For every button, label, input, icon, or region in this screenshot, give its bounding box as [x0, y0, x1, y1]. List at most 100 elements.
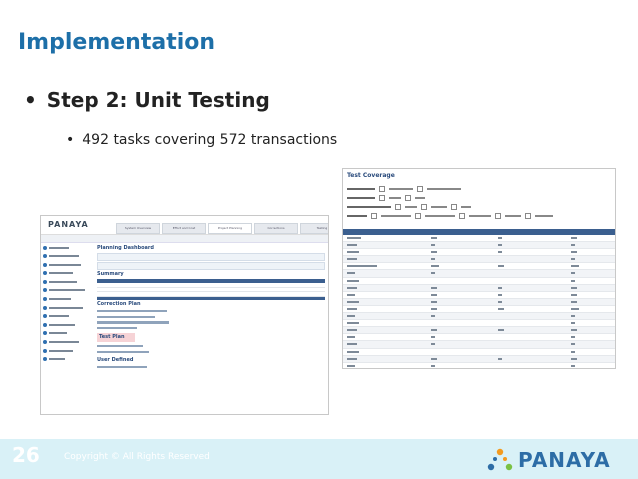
sidebar-item-label: [49, 306, 83, 309]
table-cell: [347, 279, 359, 282]
sidebar-icon: [43, 288, 47, 293]
plan-item: [97, 321, 169, 324]
table-row: [343, 355, 615, 363]
table-row: [343, 292, 615, 299]
sidebar-icon: [43, 322, 47, 327]
checkbox: [379, 195, 385, 201]
filter-row: [347, 195, 425, 201]
plan-item: [97, 345, 143, 348]
sidebar-item-label: [49, 349, 73, 352]
checkbox: [405, 195, 411, 201]
table-cell: [347, 272, 355, 275]
checkbox: [379, 186, 385, 192]
plan-item: [97, 366, 147, 369]
table-cell: [571, 272, 575, 275]
bullet-main: • Step 2: Unit Testing: [24, 88, 270, 112]
table-cell: [498, 293, 502, 296]
table-cell: [347, 357, 357, 360]
plan-item: [97, 315, 155, 318]
table-cell: [498, 329, 504, 332]
checkbox: [459, 213, 465, 219]
table-row: [343, 298, 615, 306]
filter-label: [347, 196, 375, 200]
table-cell: [571, 343, 575, 346]
slide-title: Implementation: [18, 30, 216, 55]
table-cell: [431, 364, 435, 367]
summary-table-footer: [97, 296, 325, 300]
sidebar-item-label: [49, 246, 69, 249]
table-cell: [347, 364, 355, 367]
coverage-table: [343, 229, 615, 368]
sidebar-item-label: [49, 272, 73, 275]
sidebar-item: [43, 278, 93, 285]
filter-row: [347, 186, 461, 192]
coverage-title: Test Coverage: [347, 172, 395, 179]
table-cell: [347, 350, 359, 353]
planning-dashboard-screenshot: PANAYA System Overview Effort and Cost P…: [40, 215, 329, 415]
sidebar-item-label: [49, 298, 71, 301]
table-cell: [498, 286, 502, 289]
table-cell: [431, 343, 435, 346]
filter-box: [97, 262, 325, 270]
table-cell: [498, 300, 502, 303]
sidebar-icon: [43, 314, 47, 319]
table-row: [343, 334, 615, 342]
sidebar-item-label: [49, 280, 77, 283]
table-cell: [431, 258, 435, 261]
table-cell: [431, 244, 435, 247]
table-cell: [498, 265, 504, 268]
table-row: [343, 306, 615, 314]
panaya-logo: PANAYA: [486, 447, 618, 473]
table-row: [343, 242, 615, 250]
checkbox-label: [389, 197, 401, 199]
table-row: [343, 278, 615, 285]
section-user-defined: User Defined: [97, 356, 134, 363]
table-cell: [571, 322, 575, 325]
table-cell: [347, 251, 359, 254]
checkbox-label: [427, 188, 461, 190]
sidebar-icon: [43, 357, 47, 362]
table-cell: [431, 336, 435, 339]
table-cell: [571, 265, 579, 268]
table-cell: [498, 244, 502, 247]
table-row: [343, 284, 615, 292]
bullet-glyph: •: [24, 88, 37, 112]
sidebar-item-label: [49, 341, 79, 344]
checkbox: [495, 213, 501, 219]
screenshot-main: Planning Dashboard Summary Correction Pl…: [97, 244, 325, 372]
plan-item: [97, 350, 149, 354]
checkbox: [415, 213, 421, 219]
table-cell: [431, 286, 437, 289]
sidebar-item: [43, 253, 93, 260]
filter-label: [347, 214, 367, 218]
filter-label: [347, 205, 391, 209]
table-cell: [347, 258, 357, 261]
screenshot-sidebar: [43, 244, 93, 364]
sidebar-icon: [43, 254, 47, 259]
checkbox: [417, 186, 423, 192]
table-cell: [347, 293, 355, 296]
table-cell: [571, 350, 575, 353]
table-cell: [431, 272, 435, 275]
plan-item: [97, 327, 137, 330]
section-test-plan: Test Plan: [97, 332, 135, 342]
table-cell: [571, 357, 577, 360]
table-cell: [498, 237, 502, 239]
sidebar-item: [43, 321, 93, 328]
checkbox: [395, 204, 401, 210]
panaya-logo-icon: [487, 448, 513, 471]
sidebar-icon: [43, 279, 47, 284]
tab-testing: Testing: [300, 223, 328, 234]
filter-row: [347, 213, 553, 219]
table-cell: [431, 251, 437, 254]
table-cell: [347, 322, 359, 325]
table-cell: [347, 237, 361, 239]
panaya-logo-text: PANAYA: [518, 448, 611, 472]
sidebar-item: [43, 296, 93, 303]
table-cell: [571, 300, 577, 303]
table-cell: [571, 258, 575, 261]
table-cell: [498, 307, 504, 310]
sidebar-item: [43, 304, 93, 311]
table-cell: [571, 237, 577, 239]
sidebar-icon: [43, 245, 47, 250]
